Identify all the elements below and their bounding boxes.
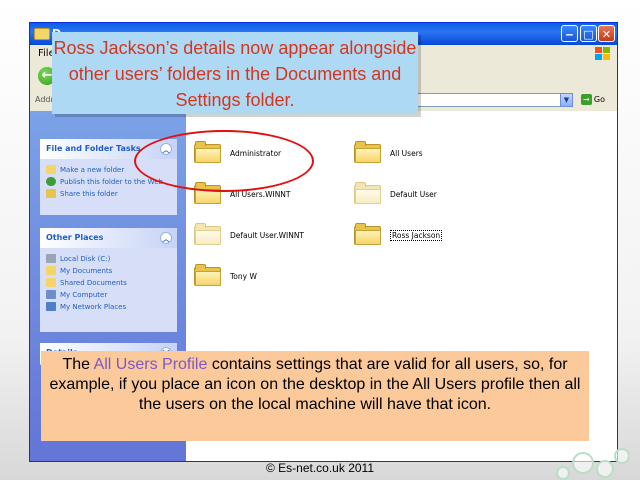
go-label: Go [593, 95, 605, 104]
arrow-right-icon: → [580, 94, 592, 105]
new-folder-icon [46, 165, 56, 174]
computer-icon [46, 290, 56, 299]
place-my-computer[interactable]: My Computer [46, 290, 171, 300]
panel-title: Other Places [46, 233, 104, 242]
minimize-button[interactable]: ‒ [561, 25, 578, 42]
place-label: Shared Documents [60, 279, 127, 287]
folder-icon [354, 141, 381, 163]
place-local-disk[interactable]: Local Disk (C:) [46, 254, 171, 264]
folder-icon [354, 182, 381, 204]
network-icon [46, 302, 56, 311]
callout-highlight: All Users Profile [93, 356, 208, 373]
folder-label: Tony W [230, 272, 257, 281]
decorative-bubble [596, 460, 614, 478]
folder-label: Default User.WINNT [230, 231, 305, 240]
panel-header[interactable]: Other Places ︿ [40, 228, 177, 248]
decorative-bubble [556, 466, 570, 480]
folder-icon [34, 28, 50, 40]
share-folder-icon [46, 189, 56, 198]
maximize-button[interactable]: □ [580, 25, 597, 42]
shared-folder-icon [46, 278, 56, 287]
address-label: Addr [35, 95, 54, 104]
folder-label: Default User [390, 190, 437, 199]
folder-label: All Users [390, 149, 423, 158]
callout-top: Ross Jackson’s details now appear alongs… [52, 32, 418, 114]
decorative-bubble [572, 452, 594, 474]
highlight-ellipse [134, 130, 314, 192]
place-network[interactable]: My Network Places [46, 302, 171, 312]
close-button[interactable]: ✕ [598, 25, 615, 42]
folder-label: Ross Jackson [390, 230, 443, 241]
place-label: My Computer [60, 291, 108, 299]
decorative-bubble [614, 448, 630, 464]
disk-icon [46, 254, 56, 263]
task-label: Share this folder [60, 190, 118, 198]
place-label: My Documents [60, 267, 113, 275]
folder-icon [354, 223, 381, 245]
task-share-folder[interactable]: Share this folder [46, 189, 171, 199]
folder-icon [194, 223, 221, 245]
callout-text-prefix: The [62, 356, 94, 373]
task-label: Make a new folder [60, 166, 125, 174]
chevron-down-icon[interactable]: ▼ [560, 93, 573, 107]
windows-logo-icon [595, 47, 611, 61]
place-shared-documents[interactable]: Shared Documents [46, 278, 171, 288]
task-label: Publish this folder to the Web [60, 178, 163, 186]
go-button[interactable]: → Go [580, 93, 605, 107]
place-label: My Network Places [60, 303, 127, 311]
place-my-documents[interactable]: My Documents [46, 266, 171, 276]
documents-folder-icon [46, 266, 56, 275]
other-places-panel: Other Places ︿ Local Disk (C:) My Docume… [40, 228, 177, 332]
callout-bottom: The All Users Profile contains settings … [41, 351, 589, 441]
place-label: Local Disk (C:) [60, 255, 111, 263]
panel-title: File and Folder Tasks [46, 144, 141, 153]
copyright: © Es-net.co.uk 2011 [265, 461, 374, 475]
chevron-up-icon[interactable]: ︿ [160, 232, 172, 244]
folder-icon [194, 264, 221, 286]
globe-icon [46, 177, 56, 186]
